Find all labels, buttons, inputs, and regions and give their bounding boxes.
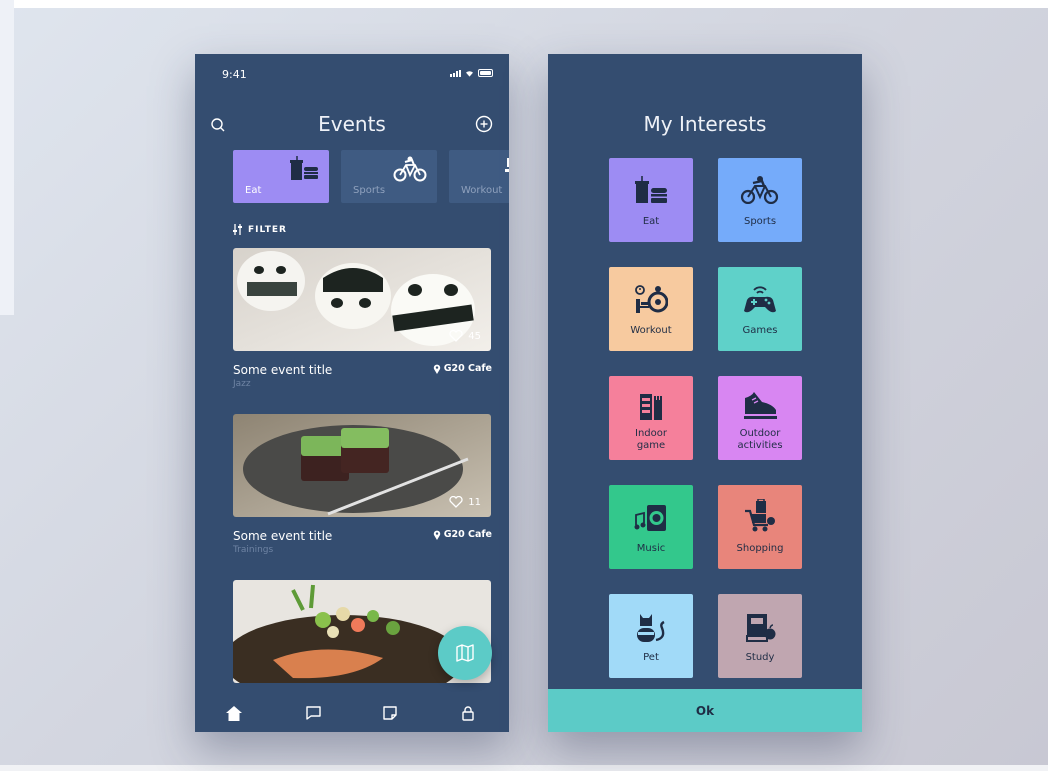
page-title: My Interests bbox=[643, 112, 767, 136]
interest-tile-music[interactable]: Music bbox=[609, 485, 693, 569]
event-location: G20 Cafe bbox=[433, 529, 492, 540]
interest-tile-workout[interactable]: Workout bbox=[609, 267, 693, 351]
interest-tile-outdoor-activities[interactable]: Outdoor activities bbox=[718, 376, 802, 460]
food-icon bbox=[635, 176, 667, 203]
heart-icon bbox=[449, 330, 463, 342]
like-count: 45 bbox=[468, 330, 481, 342]
category-chip-label: Sports bbox=[353, 185, 386, 196]
page-title: Events bbox=[318, 112, 386, 136]
tile-label: Shopping bbox=[736, 543, 784, 554]
lock-icon bbox=[462, 705, 474, 721]
tile-icon-wrap bbox=[718, 176, 802, 204]
add-event-button[interactable] bbox=[473, 113, 495, 135]
workout-icon bbox=[635, 285, 668, 313]
interest-tile-games[interactable]: Games bbox=[718, 267, 802, 351]
interests-screen: My Interests Eat Sports Workout Games In… bbox=[548, 54, 862, 732]
event-title[interactable]: Some event title bbox=[233, 363, 332, 377]
tile-icon-wrap bbox=[609, 612, 693, 644]
event-subtitle: Jazz bbox=[233, 379, 251, 389]
shopping-cart-icon bbox=[745, 499, 775, 532]
category-chip-eat[interactable]: Eat bbox=[233, 150, 329, 203]
category-chip-label: Workout bbox=[461, 185, 503, 196]
location-pin-icon bbox=[433, 530, 440, 540]
nav-bookmarks[interactable] bbox=[381, 704, 399, 722]
status-time: 9:41 bbox=[222, 68, 247, 81]
event-image-2[interactable]: 11 bbox=[233, 414, 491, 517]
tile-label: Pet bbox=[643, 652, 659, 663]
nav-lock[interactable] bbox=[459, 704, 477, 722]
home-icon bbox=[226, 705, 242, 721]
book-icon bbox=[746, 614, 776, 642]
tile-label: Study bbox=[745, 652, 775, 663]
sliders-icon bbox=[233, 224, 242, 235]
bicycle-icon bbox=[393, 156, 427, 182]
tile-icon-wrap bbox=[718, 390, 802, 420]
event-title[interactable]: Some event title bbox=[233, 529, 332, 543]
tile-icon-wrap bbox=[718, 285, 802, 315]
tile-icon-wrap bbox=[718, 612, 802, 644]
food-icon bbox=[290, 156, 318, 180]
tile-label: Indoor game bbox=[635, 428, 667, 451]
event-location-label: G20 Cafe bbox=[443, 529, 492, 540]
wifi-icon bbox=[466, 71, 473, 77]
background-panel bbox=[0, 0, 14, 315]
category-chip-workout[interactable]: Workout bbox=[449, 150, 509, 203]
signal-icon bbox=[450, 70, 461, 77]
background-bottom-strip bbox=[0, 765, 1048, 771]
background-top-strip bbox=[0, 0, 1048, 8]
tile-icon-wrap bbox=[609, 176, 693, 204]
heart-icon bbox=[449, 496, 463, 508]
interest-tile-study[interactable]: Study bbox=[718, 594, 802, 678]
bicycle-icon bbox=[740, 176, 779, 204]
filter-label: FILTER bbox=[248, 224, 287, 235]
bookmark-icon bbox=[383, 706, 397, 720]
filter-button[interactable]: FILTER bbox=[232, 224, 287, 235]
like-count: 11 bbox=[468, 496, 481, 508]
tile-label: Sports bbox=[743, 216, 777, 227]
gamepad-icon bbox=[744, 286, 776, 313]
plus-circle-icon bbox=[475, 115, 493, 133]
tile-label: Outdoor activities bbox=[737, 428, 783, 451]
status-icons bbox=[450, 69, 493, 77]
chat-icon bbox=[305, 706, 321, 720]
interest-tile-pet[interactable]: Pet bbox=[609, 594, 693, 678]
event-image-1[interactable]: 45 bbox=[233, 248, 491, 351]
like-counter[interactable]: 45 bbox=[449, 330, 481, 342]
tile-icon-wrap bbox=[609, 285, 693, 315]
interest-tile-shopping[interactable]: Shopping bbox=[718, 485, 802, 569]
event-subtitle: Trainings bbox=[233, 545, 274, 555]
event-location-label: G20 Cafe bbox=[443, 363, 492, 374]
tile-icon-wrap bbox=[609, 390, 693, 422]
nav-home[interactable] bbox=[225, 704, 243, 722]
category-chips: Eat Sports Workout bbox=[233, 150, 509, 204]
music-icon bbox=[634, 505, 666, 531]
category-chip-label: Eat bbox=[245, 185, 262, 196]
indoor-game-icon bbox=[640, 394, 662, 420]
bottom-nav bbox=[195, 692, 509, 732]
interest-tile-indoor-game[interactable]: Indoor game bbox=[609, 376, 693, 460]
nav-chat[interactable] bbox=[304, 704, 322, 722]
tile-icon-wrap bbox=[609, 503, 693, 533]
interest-tile-eat[interactable]: Eat bbox=[609, 158, 693, 242]
battery-icon bbox=[478, 69, 493, 77]
tile-label: Games bbox=[742, 325, 778, 336]
tile-label: Music bbox=[636, 543, 666, 554]
interest-tile-sports[interactable]: Sports bbox=[718, 158, 802, 242]
map-button[interactable] bbox=[438, 626, 492, 680]
like-counter[interactable]: 11 bbox=[449, 496, 481, 508]
ok-button[interactable]: Ok bbox=[548, 689, 862, 732]
events-screen: 9:41 Events Eat Sports Workout FILTER 45… bbox=[195, 54, 509, 732]
sneaker-icon bbox=[744, 392, 777, 419]
map-icon bbox=[456, 644, 474, 662]
category-chip-sports[interactable]: Sports bbox=[341, 150, 437, 203]
workout-icon bbox=[505, 158, 509, 172]
tile-label: Workout bbox=[630, 325, 672, 336]
cat-icon bbox=[637, 614, 665, 642]
tile-icon-wrap bbox=[718, 499, 802, 533]
tile-label: Eat bbox=[642, 216, 660, 227]
event-location: G20 Cafe bbox=[433, 363, 492, 374]
location-pin-icon bbox=[433, 364, 440, 374]
